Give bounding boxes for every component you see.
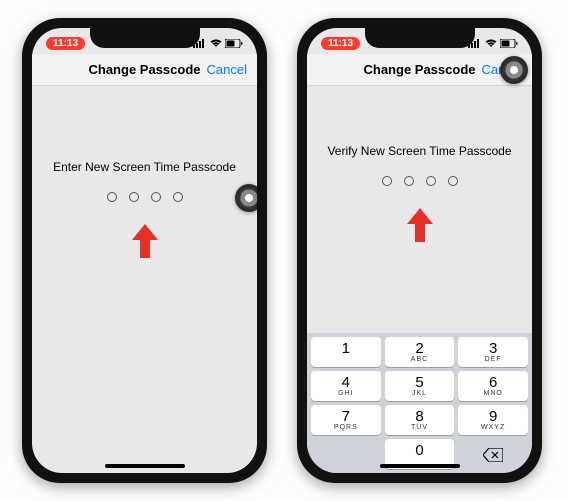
keypad-key-9[interactable]: 9WXYZ — [458, 405, 528, 435]
passcode-dot — [173, 192, 183, 202]
passcode-dot — [151, 192, 161, 202]
passcode-dot — [448, 176, 458, 186]
keypad-key-number: 1 — [311, 341, 381, 356]
status-icons — [193, 39, 243, 48]
wifi-icon — [210, 39, 222, 48]
wifi-icon — [485, 39, 497, 48]
passcode-dots — [107, 192, 183, 202]
keypad-key-letters: WXYZ — [458, 424, 528, 432]
status-icons — [468, 39, 518, 48]
passcode-dot — [382, 176, 392, 186]
keypad-key-letters: MNO — [458, 390, 528, 398]
cancel-button[interactable]: Cancel — [207, 62, 247, 77]
keypad-key-letters: GHI — [311, 390, 381, 398]
battery-icon — [225, 39, 243, 48]
nav-title: Change Passcode — [364, 62, 476, 77]
keypad-key-letters: JKL — [385, 390, 455, 398]
keypad-key-number: 5 — [385, 375, 455, 390]
assistive-touch-button[interactable] — [500, 56, 528, 84]
keypad-key-number: 4 — [311, 375, 381, 390]
keypad-key-letters — [311, 356, 381, 364]
content-area: Verify New Screen Time Passcode — [307, 86, 532, 333]
passcode-dot — [404, 176, 414, 186]
notch — [365, 28, 475, 48]
keypad-key-1[interactable]: 1 — [311, 337, 381, 367]
battery-icon — [500, 39, 518, 48]
keypad-key-letters: TUV — [385, 424, 455, 432]
passcode-dot — [129, 192, 139, 202]
keypad-key-number: 8 — [385, 409, 455, 424]
assistive-touch-button[interactable] — [235, 184, 257, 212]
keypad-key-number: 6 — [458, 375, 528, 390]
phone-frame-2: 11:13 Change Passcode Cancel Verify New … — [297, 18, 542, 483]
keypad-key-letters: DEF — [458, 356, 528, 364]
passcode-dot — [426, 176, 436, 186]
keypad-key-4[interactable]: 4GHI — [311, 371, 381, 401]
keypad-key-number: 9 — [458, 409, 528, 424]
screen-2: 11:13 Change Passcode Cancel Verify New … — [307, 28, 532, 473]
keypad-blank — [311, 439, 381, 469]
phone-frame-1: 11:13 Change Passcode Cancel Enter New S… — [22, 18, 267, 483]
keypad-key-number: 3 — [458, 341, 528, 356]
nav-title: Change Passcode — [89, 62, 201, 77]
numeric-keypad: 12ABC3DEF4GHI5JKL6MNO7PQRS8TUV9WXYZ0 — [307, 333, 532, 473]
nav-bar: Change Passcode Cancel — [32, 54, 257, 86]
home-indicator[interactable] — [105, 464, 185, 468]
keypad-key-3[interactable]: 3DEF — [458, 337, 528, 367]
keypad-key-number: 2 — [385, 341, 455, 356]
status-time: 11:13 — [46, 37, 85, 50]
screen-1: 11:13 Change Passcode Cancel Enter New S… — [32, 28, 257, 473]
keypad-key-6[interactable]: 6MNO — [458, 371, 528, 401]
keypad-key-2[interactable]: 2ABC — [385, 337, 455, 367]
notch — [90, 28, 200, 48]
keypad-key-8[interactable]: 8TUV — [385, 405, 455, 435]
passcode-dots — [382, 176, 458, 186]
instruction-arrow-icon — [405, 208, 435, 244]
keypad-key-letters: ABC — [385, 356, 455, 364]
keypad-key-7[interactable]: 7PQRS — [311, 405, 381, 435]
passcode-prompt: Enter New Screen Time Passcode — [53, 160, 236, 174]
content-area: Enter New Screen Time Passcode — [32, 86, 257, 473]
backspace-icon — [483, 448, 503, 462]
keypad-key-5[interactable]: 5JKL — [385, 371, 455, 401]
passcode-prompt: Verify New Screen Time Passcode — [327, 144, 511, 158]
keypad-key-letters: PQRS — [311, 424, 381, 432]
keypad-delete-button[interactable] — [458, 439, 528, 469]
instruction-arrow-icon — [130, 224, 160, 260]
keypad-key-number: 0 — [385, 443, 455, 458]
status-time: 11:13 — [321, 37, 360, 50]
home-indicator[interactable] — [380, 464, 460, 468]
keypad-key-number: 7 — [311, 409, 381, 424]
nav-bar: Change Passcode Cancel — [307, 54, 532, 86]
passcode-dot — [107, 192, 117, 202]
